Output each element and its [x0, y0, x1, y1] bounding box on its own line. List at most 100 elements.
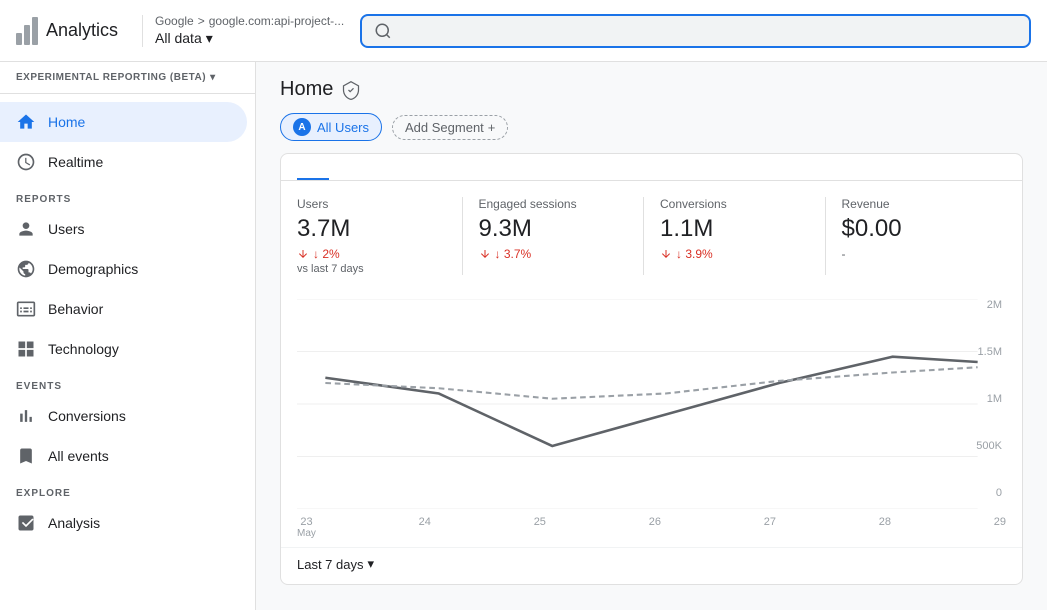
x-label-29: 29	[994, 516, 1006, 539]
add-icon: +	[488, 120, 496, 135]
data-selector-label: All data	[155, 29, 202, 47]
sidebar-item-analysis[interactable]: Analysis	[0, 503, 247, 543]
metric-conversions-change: ↓ 3.9%	[660, 247, 809, 261]
header-divider	[142, 15, 143, 47]
sidebar-item-realtime[interactable]: Realtime	[0, 142, 247, 182]
chart-footer: Last 7 days ▾	[281, 547, 1022, 584]
home-icon	[16, 112, 36, 132]
sidebar-item-demographics[interactable]: Demographics	[0, 249, 247, 289]
metric-revenue-change: -	[842, 247, 991, 261]
metric-revenue-value: $0.00	[842, 215, 991, 243]
chevron-down-icon: ▾	[206, 29, 213, 47]
metric-conversions: Conversions 1.1M ↓ 3.9%	[644, 197, 826, 275]
bar-chart-icon	[16, 406, 36, 426]
all-users-segment-chip[interactable]: A All Users	[280, 113, 382, 141]
breadcrumb-separator: >	[198, 14, 205, 30]
add-segment-button[interactable]: Add Segment +	[392, 115, 508, 140]
metric-engaged-label: Engaged sessions	[479, 197, 628, 211]
x-label-28: 28	[879, 516, 891, 539]
sidebar-label-conversions: Conversions	[48, 408, 126, 424]
metric-engaged-value: 9.3M	[479, 215, 628, 243]
date-range-arrow-icon: ▾	[368, 556, 375, 572]
search-input[interactable]	[400, 23, 1017, 39]
y-label-0: 0	[976, 487, 1002, 499]
metric-users: Users 3.7M ↓ 2% vs last 7 days	[297, 197, 463, 275]
grid-icon	[16, 339, 36, 359]
y-label-1m: 1M	[976, 393, 1002, 405]
vs-label: vs last 7 days	[297, 263, 446, 275]
x-label-25: 25	[534, 516, 546, 539]
search-icon	[374, 22, 392, 40]
data-selector[interactable]: All data ▾	[155, 29, 344, 47]
x-label-24: 24	[419, 516, 431, 539]
sidebar-nav: Home Realtime REPORTS Users	[0, 94, 255, 551]
sidebar-label-users: Users	[48, 221, 85, 237]
metric-users-label: Users	[297, 197, 446, 211]
events-section-label: EVENTS	[0, 369, 255, 396]
reports-section-label: REPORTS	[0, 182, 255, 209]
metric-conversions-value: 1.1M	[660, 215, 809, 243]
breadcrumb-project: google.com:api-project-...	[209, 14, 344, 30]
main-layout: EXPERIMENTAL REPORTING (BETA) ▾ Home Rea…	[0, 62, 1047, 610]
segment-label: All Users	[317, 120, 369, 135]
metric-revenue-label: Revenue	[842, 197, 991, 211]
x-label-27: 27	[764, 516, 776, 539]
sidebar-item-users[interactable]: Users	[0, 209, 247, 249]
logo-bar-3	[32, 17, 38, 45]
experimental-banner: EXPERIMENTAL REPORTING (BETA) ▾	[0, 62, 255, 94]
sidebar-item-technology[interactable]: Technology	[0, 329, 247, 369]
sidebar-item-conversions[interactable]: Conversions	[0, 396, 247, 436]
app-logo: Analytics	[16, 17, 118, 45]
sidebar-label-demographics: Demographics	[48, 261, 138, 277]
content-header: Home	[256, 62, 1047, 113]
chart-area: 2M 1.5M 1M 500K 0	[281, 291, 1022, 547]
add-segment-label: Add Segment	[405, 120, 484, 135]
y-label-500k: 500K	[976, 440, 1002, 452]
main-content: Home A All Users Add Segment +	[256, 62, 1047, 610]
y-label-1.5m: 1.5M	[976, 346, 1002, 358]
screen-icon	[16, 299, 36, 319]
sidebar-label-analysis: Analysis	[48, 515, 100, 531]
x-label-26: 26	[649, 516, 661, 539]
metric-users-change: ↓ 2%	[297, 247, 446, 261]
stats-metrics: Users 3.7M ↓ 2% vs last 7 days Engaged s…	[281, 181, 1022, 291]
metric-engaged-change: ↓ 3.7%	[479, 247, 628, 261]
logo-bar-2	[24, 25, 30, 45]
experimental-label: EXPERIMENTAL REPORTING (BETA)	[16, 72, 206, 83]
metric-engaged-sessions: Engaged sessions 9.3M ↓ 3.7%	[463, 197, 645, 275]
sidebar: EXPERIMENTAL REPORTING (BETA) ▾ Home Rea…	[0, 62, 256, 610]
date-range-selector[interactable]: Last 7 days ▾	[297, 556, 374, 572]
date-range-label: Last 7 days	[297, 557, 364, 572]
sidebar-label-realtime: Realtime	[48, 154, 103, 170]
sidebar-label-home: Home	[48, 114, 85, 130]
sidebar-item-behavior[interactable]: Behavior	[0, 289, 247, 329]
explore-section-label: EXPLORE	[0, 476, 255, 503]
app-title: Analytics	[46, 20, 118, 41]
person-icon	[16, 219, 36, 239]
metric-revenue: Revenue $0.00 -	[826, 197, 1007, 275]
x-label-23: 23 May	[297, 516, 316, 539]
analytics-logo-icon	[16, 17, 38, 45]
analysis-icon	[16, 513, 36, 533]
search-bar[interactable]	[360, 14, 1031, 48]
stats-tab-bar	[281, 154, 1022, 181]
breadcrumb-provider: Google	[155, 14, 194, 30]
verified-shield-icon	[341, 80, 361, 100]
breadcrumb: Google > google.com:api-project-... All …	[155, 14, 344, 48]
stats-tab-overview[interactable]	[297, 154, 329, 180]
chart-x-labels: 23 May 24 25 26 27	[297, 512, 1006, 547]
y-label-2m: 2M	[976, 299, 1002, 311]
bookmark-icon	[16, 446, 36, 466]
experimental-arrow[interactable]: ▾	[210, 72, 216, 83]
sidebar-label-technology: Technology	[48, 341, 119, 357]
segments-row: A All Users Add Segment +	[256, 113, 1047, 153]
clock-icon	[16, 152, 36, 172]
app-header: Analytics Google > google.com:api-projec…	[0, 0, 1047, 62]
sidebar-item-all-events[interactable]: All events	[0, 436, 247, 476]
sidebar-label-behavior: Behavior	[48, 301, 103, 317]
stats-card: Users 3.7M ↓ 2% vs last 7 days Engaged s…	[280, 153, 1023, 585]
globe-icon	[16, 259, 36, 279]
sidebar-item-home[interactable]: Home	[0, 102, 247, 142]
logo-bar-1	[16, 33, 22, 45]
page-title: Home	[280, 78, 333, 101]
